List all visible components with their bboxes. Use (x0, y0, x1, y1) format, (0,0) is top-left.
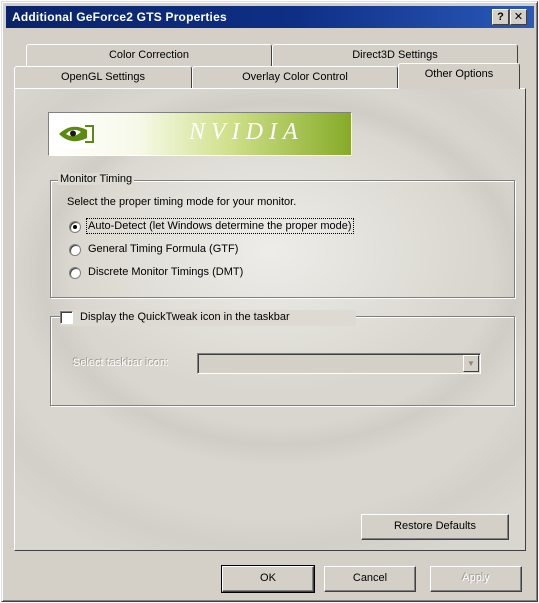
ok-label: OK (260, 572, 276, 584)
restore-defaults-button[interactable]: Restore Defaults (361, 514, 509, 540)
tab-other-options[interactable]: Other Options (398, 63, 520, 89)
nvidia-banner: NVIDIA (48, 112, 352, 156)
cancel-label: Cancel (352, 572, 388, 584)
nvidia-eye-icon (55, 120, 95, 148)
title-bar[interactable]: Additional GeForce2 GTS Properties ? ✕ (6, 6, 534, 28)
radio-label: General Timing Formula (GTF) (88, 243, 239, 255)
radio-button[interactable] (69, 267, 81, 279)
radio-button[interactable] (69, 244, 81, 256)
tab-color-correction[interactable]: Color Correction (26, 44, 272, 66)
timing-instructions: Select the proper timing mode for your m… (67, 196, 297, 208)
select-taskbar-icon-label: Select taskbar icon: (73, 357, 169, 369)
other-options-panel: NVIDIA Monitor Timing Select the proper … (14, 88, 526, 551)
tab-overlay-color-control[interactable]: Overlay Color Control (192, 66, 398, 88)
tab-opengl-settings[interactable]: OpenGL Settings (14, 66, 192, 88)
quicktweak-checkbox-row[interactable]: Display the QuickTweak icon in the taskb… (60, 310, 356, 326)
close-button[interactable]: ✕ (510, 9, 527, 25)
monitor-timing-label: Monitor Timing (58, 173, 135, 185)
chevron-down-icon[interactable]: ▼ (463, 355, 479, 372)
brand-wordmark: NVIDIA (189, 119, 304, 145)
quicktweak-checkbox[interactable] (60, 311, 73, 324)
radio-label: Auto-Detect (let Windows determine the p… (86, 218, 354, 234)
apply-button[interactable]: Apply (430, 566, 522, 592)
radio-button[interactable] (69, 221, 81, 233)
cancel-button[interactable]: Cancel (324, 566, 416, 592)
help-button[interactable]: ? (492, 9, 509, 25)
properties-dialog: Additional GeForce2 GTS Properties ? ✕ C… (1, 1, 538, 602)
apply-label: Apply (462, 572, 490, 584)
taskbar-icon-select[interactable]: ▼ (197, 353, 481, 374)
window-title: Additional GeForce2 GTS Properties (12, 10, 227, 24)
ok-button[interactable]: OK (221, 565, 315, 593)
restore-defaults-label: Restore Defaults (394, 520, 476, 532)
radio-label: Discrete Monitor Timings (DMT) (88, 266, 244, 278)
quicktweak-checkbox-label: Display the QuickTweak icon in the taskb… (80, 311, 290, 323)
